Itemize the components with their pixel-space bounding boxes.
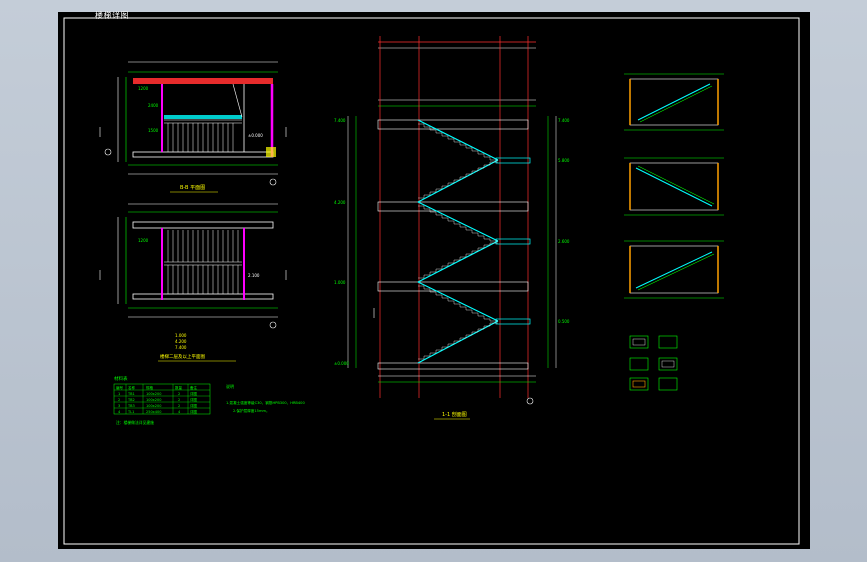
section-1-1: 7.400 4.200 1.000 ±0.000 7.400 5.800 2.6… xyxy=(334,36,570,405)
legend-cell: TL1 xyxy=(127,410,134,414)
legend-cell: 3 xyxy=(118,404,120,408)
legend-cell: 详图 xyxy=(190,391,197,396)
svg-text:5.800: 5.800 xyxy=(558,158,570,163)
legend-header-remark: 备注 xyxy=(190,385,197,390)
plan-lower-note-2: 4.200 xyxy=(175,339,187,344)
drawing-canvas: 1200 2400 1500 ±0.000 B-B 平面图 1200 2.100… xyxy=(63,17,800,545)
detail-tb3 xyxy=(624,240,724,299)
plan-lower-note-3: 7.400 xyxy=(175,345,187,350)
svg-text:±0.000: ±0.000 xyxy=(248,133,263,138)
beam-sections xyxy=(629,335,678,391)
svg-text:1500: 1500 xyxy=(148,128,159,133)
cad-drawing-viewport[interactable]: 楼梯详图 1200 2400 1500 ±0.000 B-B 平面图 1200 … xyxy=(58,11,810,549)
legend-cell: TB2 xyxy=(127,398,135,402)
legend-footnote: 注：楼梯做法详见建施 xyxy=(116,420,154,425)
notes-line-2: 2.保护层厚度15mm。 xyxy=(233,408,270,413)
legend-cell: 100x200 xyxy=(146,398,161,402)
legend-header-no: 编号 xyxy=(116,385,123,390)
svg-text:2.600: 2.600 xyxy=(558,239,570,244)
svg-text:2400: 2400 xyxy=(148,103,159,108)
legend-title: 材料表 xyxy=(114,375,128,382)
svg-text:7.400: 7.400 xyxy=(334,118,346,123)
legend-table: 材料表 编号 名称 规格 数量 备注 1 TB1 100x200 2 详图 2 … xyxy=(113,375,211,425)
legend-cell: 4 xyxy=(178,410,181,414)
legend-header-qty: 数量 xyxy=(175,385,182,390)
plan-upper-label: B-B 平面图 xyxy=(180,185,205,191)
legend-cell: 详图 xyxy=(190,397,197,402)
legend-cell: 1 xyxy=(118,392,120,396)
legend-cell: 2 xyxy=(118,398,120,402)
legend-cell: 2 xyxy=(178,404,180,408)
notes-line-1: 1.混凝土强度等级C30，钢筋HPB300，HRB400 xyxy=(226,400,305,405)
plan-lower-note-1: 1.000 xyxy=(175,333,187,338)
svg-text:1200: 1200 xyxy=(138,86,149,91)
legend-header-spec: 规格 xyxy=(146,385,153,390)
legend-header-name: 名称 xyxy=(128,385,135,390)
plan-upper: 1200 2400 1500 ±0.000 xyxy=(99,61,287,186)
legend-cell: 100x200 xyxy=(146,404,161,408)
general-notes: 说明 1.混凝土强度等级C30，钢筋HPB300，HRB400 2.保护层厚度1… xyxy=(226,383,305,413)
svg-text:±0.000: ±0.000 xyxy=(334,361,349,366)
svg-text:1200: 1200 xyxy=(138,238,149,243)
legend-cell: 4 xyxy=(118,410,121,414)
section-label: 1-1 剖面图 xyxy=(442,411,467,418)
detail-tb1 xyxy=(624,73,724,131)
sheet-border xyxy=(63,17,800,545)
svg-text:7.400: 7.400 xyxy=(558,118,570,123)
legend-cell: 2 xyxy=(178,398,180,402)
svg-text:1.000: 1.000 xyxy=(334,280,346,285)
legend-cell: TB1 xyxy=(127,392,135,396)
svg-text:4.200: 4.200 xyxy=(334,200,346,205)
plan-lower-caption: 楼梯二层及以上平面图 xyxy=(160,353,205,360)
svg-text:0.500: 0.500 xyxy=(558,319,570,324)
legend-cell: 250x400 xyxy=(146,410,161,414)
plan-lower: 1200 2.100 xyxy=(99,203,287,329)
legend-cell: TB3 xyxy=(127,404,135,408)
detail-tb2 xyxy=(624,157,724,216)
svg-text:2.100: 2.100 xyxy=(248,273,260,278)
legend-cell: 2 xyxy=(178,392,180,396)
legend-cell: 详图 xyxy=(190,409,197,414)
notes-title: 说明 xyxy=(226,383,234,389)
legend-cell: 100x200 xyxy=(146,392,161,396)
legend-cell: 详图 xyxy=(190,403,197,408)
